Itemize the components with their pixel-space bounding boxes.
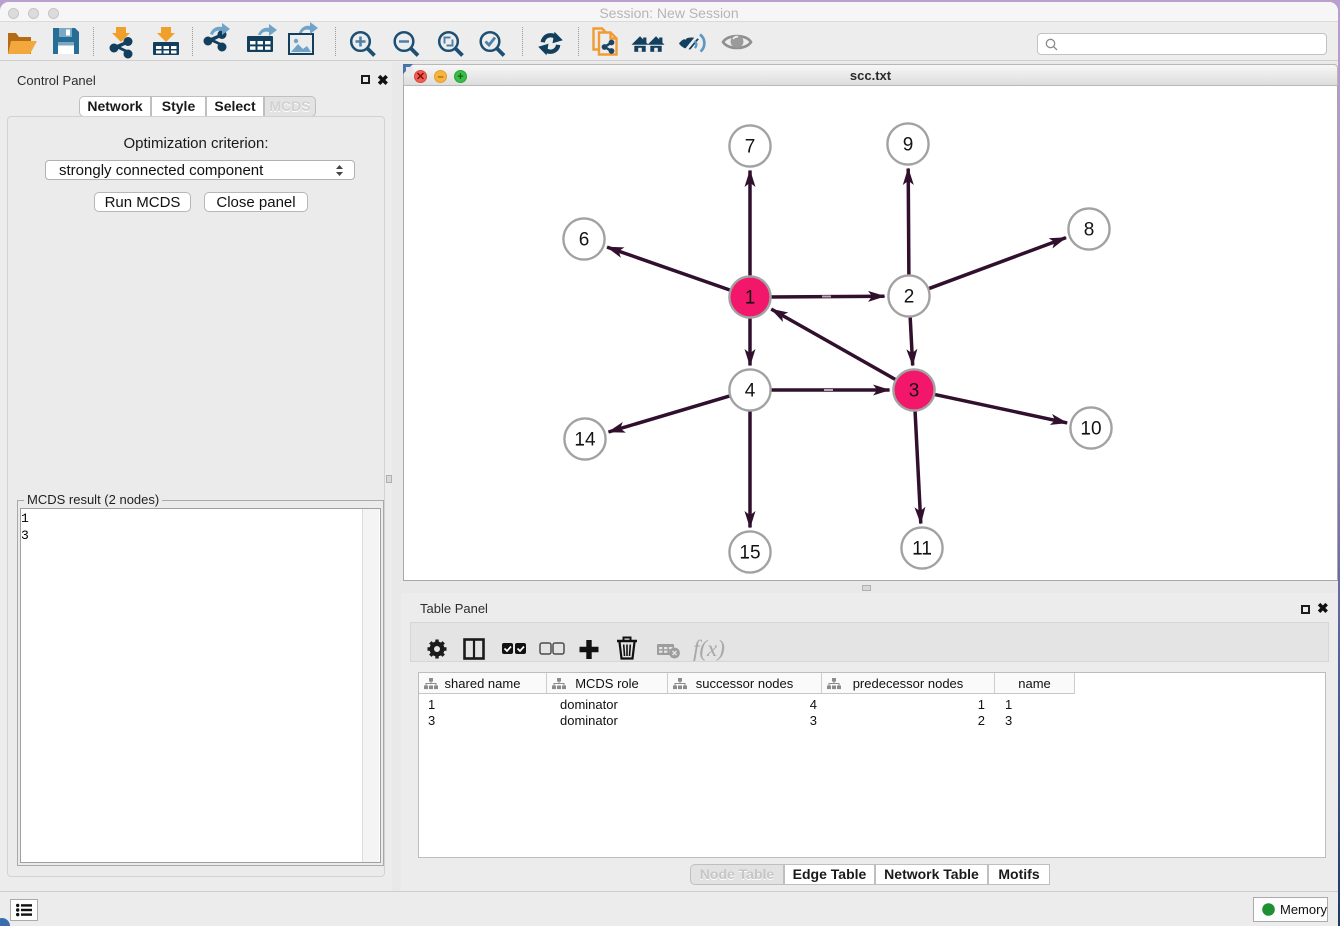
svg-text:9: 9	[903, 135, 914, 156]
svg-text:7: 7	[745, 137, 756, 158]
svg-text:8: 8	[1084, 220, 1095, 241]
svg-text:2: 2	[904, 287, 915, 308]
svg-text:f(x): f(x)	[693, 636, 725, 661]
svg-text:14: 14	[574, 430, 596, 451]
svg-text:11: 11	[912, 539, 932, 560]
svg-text:1: 1	[745, 288, 756, 309]
svg-text:15: 15	[739, 543, 760, 564]
svg-text:10: 10	[1080, 419, 1101, 440]
svg-text:4: 4	[745, 381, 756, 402]
svg-text:3: 3	[909, 381, 920, 402]
svg-text:6: 6	[579, 230, 590, 251]
